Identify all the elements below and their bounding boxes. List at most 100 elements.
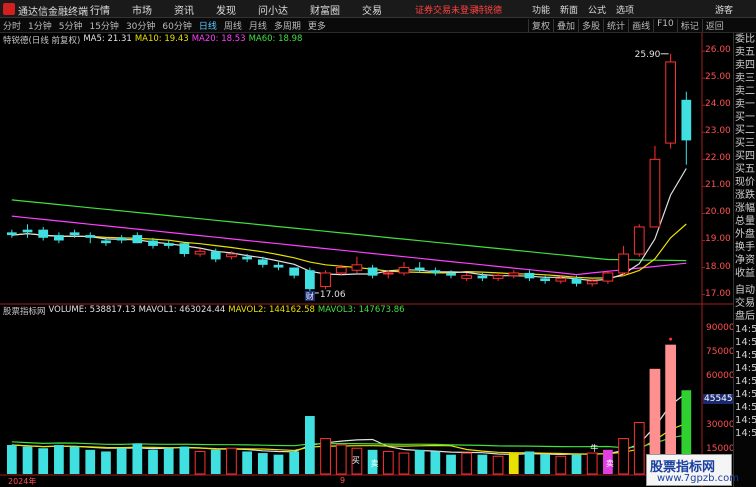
price-tick-label: 21.00	[705, 180, 731, 191]
tab-more[interactable]: 更多	[308, 19, 326, 32]
sell-signal-mark: 卖	[371, 459, 379, 468]
side-panel-field: 买四	[735, 151, 755, 162]
candle-body-down	[210, 251, 221, 260]
side-panel-field: 自动	[735, 285, 755, 296]
tab-daily[interactable]: 日线	[199, 19, 217, 32]
candle-body-down	[38, 229, 49, 238]
candle-body-down	[85, 235, 96, 238]
side-panel-field: 涨幅	[735, 203, 755, 214]
side-panel-field: 14:50	[735, 402, 756, 413]
menu-formula[interactable]: 公式	[588, 3, 606, 16]
side-panel-field: 买二	[735, 125, 755, 136]
candle-body-down	[367, 267, 378, 276]
kline-chart[interactable]: 25.9017.06财买卖卖牛	[0, 33, 733, 487]
candle-body-down	[289, 267, 300, 276]
tool-adjust[interactable]: 复权	[528, 19, 553, 32]
watermark-url: www.7gpzb.com	[657, 473, 739, 484]
candle-body-down	[101, 240, 111, 244]
tool-draw[interactable]: 画线	[628, 19, 653, 32]
right-menu: 功能 新面 公式 选项	[532, 3, 644, 16]
volume-info: 股票指标网 VOLUME: 538817.13 MAVOL1: 463024.4…	[0, 305, 405, 317]
volume-bar	[6, 445, 17, 474]
tab-multi[interactable]: 多周期	[274, 19, 301, 32]
menu-item-market[interactable]: 行情	[90, 2, 110, 17]
tool-multi-stock[interactable]: 多股	[578, 19, 603, 32]
candle-body-down	[69, 232, 80, 236]
volume-bar	[524, 451, 535, 474]
candle-body-up	[602, 272, 614, 282]
date-label-month: 9	[340, 476, 346, 485]
side-panel-field: 交易	[735, 298, 755, 309]
candle-body-up	[461, 275, 473, 279]
side-panel-field: 卖四	[735, 60, 755, 71]
side-panel-field: 卖三	[735, 73, 755, 84]
candle-body-down	[163, 243, 174, 246]
menu-item-trade[interactable]: 交易	[362, 2, 382, 17]
volume-bar	[226, 447, 237, 475]
tool-mark[interactable]: 标记	[676, 19, 702, 32]
price-tick-label: 23.00	[705, 126, 731, 137]
tool-overlay[interactable]: 叠加	[553, 19, 578, 32]
volume-bar	[257, 453, 268, 474]
app-name: 通达信金融终端	[18, 7, 88, 18]
tab-intraday[interactable]: 分时	[3, 19, 21, 32]
candle-body-up	[508, 272, 520, 277]
side-panel-field: 卖二	[735, 86, 755, 97]
menu-function[interactable]: 功能	[532, 3, 550, 16]
volume-bar	[289, 451, 300, 474]
candle-body-down	[414, 267, 425, 271]
mavol3-value: MAVOL3: 147673.86	[317, 305, 405, 315]
menu-item-markets[interactable]: 市场	[132, 2, 152, 17]
chart-title: 特锐德(日线 前复权)	[3, 36, 81, 46]
ma20-value: MA20: 18.53	[191, 34, 246, 44]
volume-bar	[540, 454, 551, 474]
candle-body-down	[6, 232, 17, 236]
menu-options[interactable]: 选项	[616, 3, 634, 16]
high-price-label: 25.90	[635, 50, 661, 60]
mavol2-value: MAVOL2: 144162.58	[228, 305, 315, 315]
menu-new-page[interactable]: 新面	[560, 3, 578, 16]
price-tick-label: 24.00	[705, 99, 731, 110]
tool-stats[interactable]: 统计	[603, 19, 628, 32]
candle-body-down	[571, 278, 582, 284]
volume-bar	[22, 446, 33, 474]
volume-bar	[305, 416, 315, 474]
side-panel-field: 14:50	[735, 415, 756, 426]
candle-body-down	[430, 270, 441, 273]
login-status[interactable]: 证券交易未登录	[415, 3, 478, 16]
menu-item-wealth[interactable]: 财富圈	[310, 2, 340, 17]
volume-bar	[492, 455, 504, 475]
volume-tick-label: 90000	[706, 323, 735, 334]
menu-item-news[interactable]: 资讯	[174, 2, 194, 17]
finance-mark: 财	[306, 291, 314, 301]
volume-bar	[242, 451, 252, 474]
tab-30min[interactable]: 30分钟	[126, 19, 155, 32]
volume-bar	[320, 438, 331, 475]
guest-label[interactable]: 游客	[715, 3, 733, 16]
side-panel-field: 委比	[735, 34, 755, 45]
volume-bar	[382, 450, 394, 475]
price-tick-label: 20.00	[705, 207, 731, 218]
tab-15min[interactable]: 15分钟	[89, 19, 118, 32]
side-panel-field: 买一	[735, 112, 755, 123]
tab-weekly[interactable]: 周线	[224, 19, 242, 32]
price-tick-label: 22.00	[705, 153, 731, 164]
price-tick-label: 17.00	[705, 288, 731, 299]
tab-5min[interactable]: 5分钟	[59, 19, 83, 32]
volume-bar	[194, 450, 206, 475]
mavol2-line	[11, 422, 687, 455]
tab-monthly[interactable]: 月线	[249, 19, 267, 32]
volume-bar	[398, 452, 410, 475]
candle-body-down	[22, 229, 33, 233]
tool-f10[interactable]: F10	[653, 19, 677, 32]
tab-60min[interactable]: 60分钟	[162, 19, 191, 32]
volume-tick-label: 75000	[706, 347, 735, 358]
volume-tick-label: 30000	[706, 419, 735, 430]
tab-1min[interactable]: 1分钟	[28, 19, 52, 32]
side-panel-field: 14:50	[735, 376, 756, 387]
tool-back[interactable]: 返回	[701, 19, 727, 32]
menu-item-ask[interactable]: 问小达	[258, 2, 288, 17]
menu-item-discover[interactable]: 发现	[216, 2, 236, 17]
volume-peak-dot	[669, 337, 673, 341]
side-panel-field: 换手	[735, 242, 755, 253]
